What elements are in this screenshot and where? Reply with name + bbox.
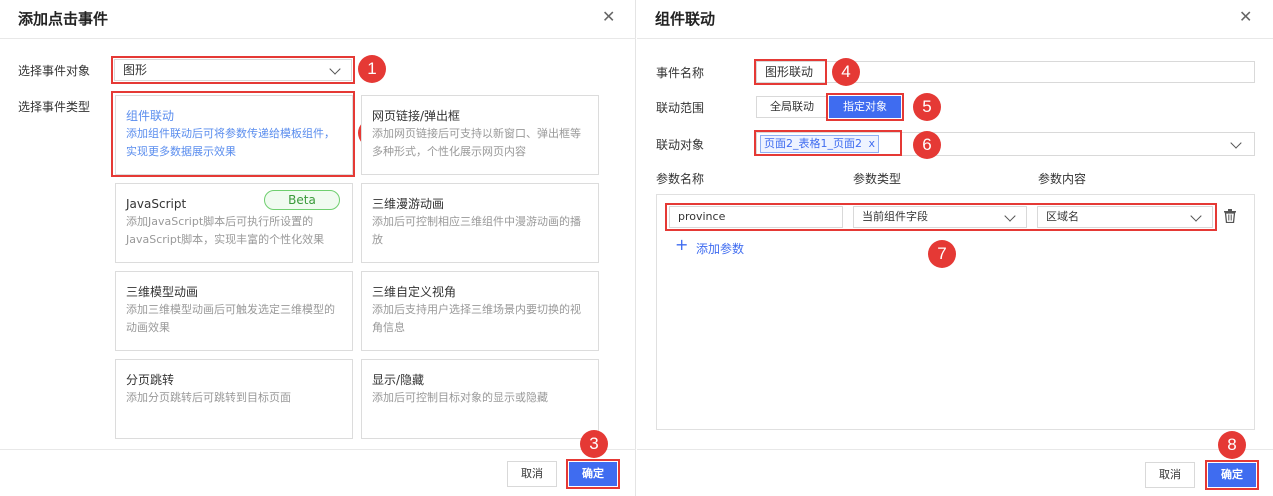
header-divider	[0, 38, 636, 39]
annotation-badge-3: 3	[580, 430, 608, 458]
card-desc: 添加JavaScript脚本后可执行所设置的JavaScript脚本，实现丰富的…	[126, 215, 325, 246]
card-page-jump[interactable]: 分页跳转 添加分页跳转后可跳转到目标页面	[115, 359, 353, 439]
event-type-label: 选择事件类型	[18, 100, 91, 114]
card-desc: 添加网页链接后可支持以新窗口、弹出框等多种形式，个性化展示网页内容	[372, 127, 581, 158]
close-icon[interactable]: ✕	[602, 9, 615, 25]
scope-global-option[interactable]: 全局联动	[756, 96, 828, 118]
card-title: 三维模型动画	[126, 285, 199, 299]
card-web-link[interactable]: 网页链接/弹出框 添加网页链接后可支持以新窗口、弹出框等多种形式，个性化展示网页…	[361, 95, 599, 175]
col-param-name: 参数名称	[656, 172, 705, 186]
card-desc: 添加三维模型动画后可触发选定三维模型的动画效果	[126, 303, 335, 334]
card-title: 分页跳转	[126, 373, 175, 387]
event-name-label: 事件名称	[656, 66, 705, 80]
card-desc: 添加后支持用户选择三维场景内要切换的视角信息	[372, 303, 581, 334]
col-param-content: 参数内容	[1038, 172, 1087, 186]
card-show-hide[interactable]: 显示/隐藏 添加后可控制目标对象的显示或隐藏	[361, 359, 599, 439]
dialog-title: 添加点击事件	[18, 10, 109, 28]
annotation-box-2	[111, 91, 355, 177]
card-3d-custom-view[interactable]: 三维自定义视角 添加后支持用户选择三维场景内要切换的视角信息	[361, 271, 599, 351]
annotation-box-3	[566, 459, 620, 489]
annotation-badge-7: 7	[928, 240, 956, 268]
card-title: 网页链接/弹出框	[372, 109, 461, 123]
card-desc: 添加分页跳转后可跳转到目标页面	[126, 391, 291, 404]
annotation-badge-1: 1	[358, 55, 386, 83]
card-title: 显示/隐藏	[372, 373, 425, 387]
chevron-down-icon	[1230, 137, 1242, 149]
add-param-plus-icon[interactable]: +	[675, 237, 688, 253]
add-click-event-dialog: 添加点击事件 ✕ 选择事件对象 图形 1 选择事件类型 组件联动 添加组件联动后…	[0, 0, 636, 496]
event-name-input[interactable]: 图形联动	[756, 61, 1255, 83]
annotation-badge-6: 6	[913, 131, 941, 159]
cancel-button[interactable]: 取消	[1145, 462, 1195, 488]
card-title: 三维漫游动画	[372, 197, 445, 211]
footer-divider	[637, 449, 1273, 450]
annotation-box-7	[665, 203, 1217, 231]
link-scope-label: 联动范围	[656, 101, 705, 115]
annotation-box-1	[111, 56, 355, 84]
annotation-box-4	[754, 59, 827, 85]
dialog-title: 组件联动	[655, 10, 716, 28]
footer-divider	[0, 449, 636, 450]
event-target-label: 选择事件对象	[18, 64, 91, 78]
component-link-dialog: 组件联动 ✕ 事件名称 图形联动 4 联动范围 全局联动 指定对象 5 联动对象…	[637, 0, 1273, 496]
card-title: 三维自定义视角	[372, 285, 457, 299]
trash-icon[interactable]	[1224, 209, 1236, 224]
annotation-box-8	[1205, 460, 1259, 490]
card-3d-roam-animation[interactable]: 三维漫游动画 添加后可控制相应三维组件中漫游动画的播放	[361, 183, 599, 263]
header-divider	[637, 38, 1273, 39]
add-param-button[interactable]: 添加参数	[696, 240, 744, 257]
annotation-box-5	[826, 93, 904, 121]
card-3d-model-animation[interactable]: 三维模型动画 添加三维模型动画后可触发选定三维模型的动画效果	[115, 271, 353, 351]
close-icon[interactable]: ✕	[1239, 9, 1252, 25]
annotation-badge-5: 5	[913, 93, 941, 121]
beta-badge: Beta	[264, 190, 340, 210]
annotation-badge-4: 4	[832, 58, 860, 86]
link-target-label: 联动对象	[656, 138, 705, 152]
col-param-type: 参数类型	[853, 172, 902, 186]
card-javascript[interactable]: JavaScript 添加JavaScript脚本后可执行所设置的JavaScr…	[115, 183, 353, 263]
cancel-button[interactable]: 取消	[507, 461, 557, 487]
annotation-box-6	[754, 130, 902, 156]
card-desc: 添加后可控制目标对象的显示或隐藏	[372, 391, 548, 404]
annotation-badge-8: 8	[1218, 431, 1246, 459]
card-desc: 添加后可控制相应三维组件中漫游动画的播放	[372, 215, 581, 246]
